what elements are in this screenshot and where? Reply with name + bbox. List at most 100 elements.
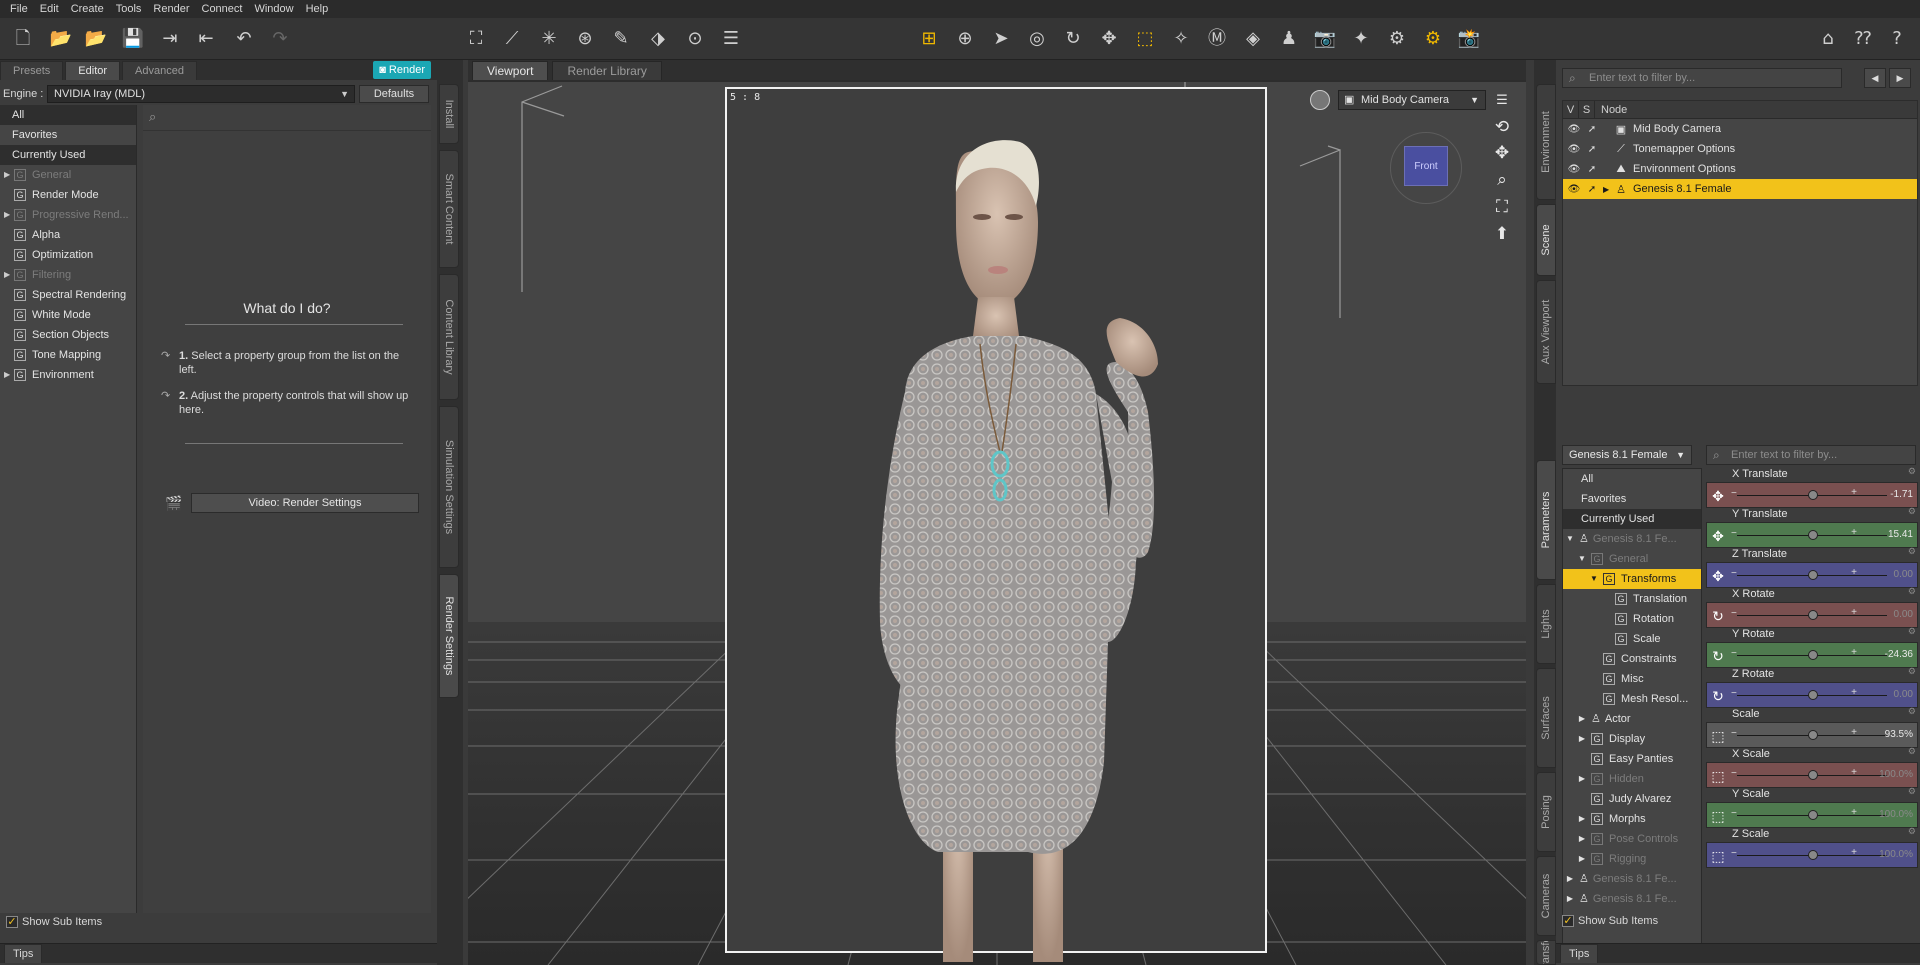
video-render-settings-button[interactable]: Video: Render Settings: [191, 493, 419, 513]
parameter-slider[interactable]: X Scale ⚙ ⬚ − +100.0%: [1706, 746, 1918, 788]
slider-decrement-icon[interactable]: −: [1731, 768, 1737, 779]
slider-value[interactable]: 100.0%: [1879, 849, 1913, 860]
morph-icon[interactable]: Ⓜ: [1204, 26, 1230, 52]
parameter-group-item[interactable]: ▶ ♙ Genesis 8.1 Fe...: [1563, 869, 1701, 889]
slider-decrement-icon[interactable]: −: [1731, 808, 1737, 819]
zoom-camera-icon[interactable]: ⌕: [1490, 169, 1514, 191]
joint-editor-icon[interactable]: ✳: [536, 26, 562, 52]
column-selectable[interactable]: S: [1579, 100, 1595, 119]
expand-arrow-icon[interactable]: ▶: [1565, 889, 1575, 909]
universal-tool-icon[interactable]: ⊞: [916, 26, 942, 52]
slider-knob[interactable]: [1808, 690, 1818, 700]
tab-tips[interactable]: Tips: [1560, 944, 1599, 963]
parameter-slider[interactable]: X Rotate ⚙ ↻ − +0.00: [1706, 586, 1918, 628]
render-button[interactable]: ◙ Render: [373, 61, 431, 79]
slider-knob[interactable]: [1808, 770, 1818, 780]
expand-arrow-icon[interactable]: ▶: [1577, 849, 1587, 869]
orbit-camera-icon[interactable]: ⟲: [1490, 116, 1514, 138]
parameter-group-item[interactable]: ▼ G Transforms: [1563, 569, 1701, 589]
parameter-group-item[interactable]: G Constraints: [1563, 649, 1701, 669]
side-tab-environment[interactable]: Environment: [1536, 84, 1556, 200]
parameter-group-item[interactable]: ▶ G Display: [1563, 729, 1701, 749]
menu-window[interactable]: Window: [248, 0, 299, 18]
parameter-group-item[interactable]: G Judy Alvarez: [1563, 789, 1701, 809]
slider-track[interactable]: ↻ − +0.00: [1706, 602, 1918, 628]
property-filter-bar[interactable]: ⌕: [143, 105, 431, 131]
slider-increment-icon[interactable]: +: [1851, 607, 1857, 618]
help-icon[interactable]: ?: [1884, 26, 1910, 52]
expand-arrow-icon[interactable]: ▶: [1577, 709, 1587, 729]
rotate-icon[interactable]: ↻: [1709, 647, 1727, 665]
slider-increment-icon[interactable]: +: [1851, 687, 1857, 698]
parameter-slider[interactable]: Scale ⚙ ⬚ − +93.5%: [1706, 706, 1918, 748]
surface-brush-icon[interactable]: ◈: [1240, 26, 1266, 52]
params-show-sub-items-checkbox[interactable]: ✓ Show Sub Items: [1562, 915, 1658, 927]
parameter-group-item[interactable]: G Mesh Resol...: [1563, 689, 1701, 709]
selectable-pointer-icon[interactable]: ➚: [1585, 184, 1599, 195]
parameter-group-item[interactable]: ▼ ♙ Genesis 8.1 Fe...: [1563, 529, 1701, 549]
slider-knob[interactable]: [1808, 490, 1818, 500]
slider-increment-icon[interactable]: +: [1851, 647, 1857, 658]
property-group-item[interactable]: Currently Used: [0, 145, 136, 165]
engine-select[interactable]: NVIDIA Iray (MDL) ▼: [47, 85, 355, 103]
slider-track[interactable]: ✥ − +0.00: [1706, 562, 1918, 588]
slider-value[interactable]: -24.36: [1885, 649, 1913, 660]
scale-icon[interactable]: ⬚: [1709, 727, 1727, 745]
camera-select[interactable]: ▣ Mid Body Camera ▼: [1338, 90, 1486, 110]
surface-selection-icon[interactable]: ⬗: [645, 26, 671, 52]
slider-knob[interactable]: [1808, 810, 1818, 820]
slider-track[interactable]: ✥ − + -1.71: [1706, 482, 1918, 508]
slider-track[interactable]: ⬚ − +100.0%: [1706, 842, 1918, 868]
tab-render-library[interactable]: Render Library: [552, 61, 662, 80]
parameters-filter-input[interactable]: ⌕ Enter text to filter by...: [1706, 445, 1916, 465]
view-cube[interactable]: Front: [1404, 146, 1448, 186]
side-tab-cameras[interactable]: Cameras: [1536, 856, 1556, 936]
save-icon[interactable]: 💾: [120, 26, 146, 52]
side-tab-lights[interactable]: Lights: [1536, 584, 1556, 664]
scene-node-row[interactable]: 👁 ➚ ⛰ Environment Options: [1563, 159, 1917, 179]
slider-increment-icon[interactable]: +: [1851, 807, 1857, 818]
property-group-item[interactable]: All: [0, 105, 136, 125]
tab-advanced[interactable]: Advanced: [122, 61, 197, 80]
slider-knob[interactable]: [1808, 850, 1818, 860]
slider-increment-icon[interactable]: +: [1851, 727, 1857, 738]
tab-editor[interactable]: Editor: [65, 61, 121, 80]
render-camera-icon[interactable]: 📸: [1456, 26, 1482, 52]
new-scene-icon[interactable]: 🗋: [10, 26, 36, 52]
slider-gear-icon[interactable]: ⚙: [1908, 626, 1916, 637]
side-tab-smart-content[interactable]: Smart Content: [439, 150, 459, 268]
slider-gear-icon[interactable]: ⚙: [1908, 586, 1916, 597]
property-group-item[interactable]: G Tone Mapping: [0, 345, 136, 365]
slider-value[interactable]: -1.71: [1890, 489, 1913, 500]
import-icon[interactable]: ⇥: [157, 26, 183, 52]
selectable-pointer-icon[interactable]: ➚: [1585, 124, 1599, 135]
property-group-item[interactable]: G Section Objects: [0, 325, 136, 345]
slider-track[interactable]: ↻ − +0.00: [1706, 682, 1918, 708]
expand-arrow-icon[interactable]: ▼: [1577, 549, 1587, 569]
rotate-icon[interactable]: ↻: [1709, 687, 1727, 705]
menu-edit[interactable]: Edit: [34, 0, 65, 18]
slider-increment-icon[interactable]: +: [1851, 567, 1857, 578]
3d-viewport[interactable]: 5 : 8 ▣ Mid Body Camera ▼ Front ☰ ⟲ ✥ ⌕ …: [468, 82, 1526, 965]
parameter-slider[interactable]: Z Rotate ⚙ ↻ − +0.00: [1706, 666, 1918, 708]
menu-connect[interactable]: Connect: [196, 0, 249, 18]
undo-icon[interactable]: ↶: [231, 26, 257, 52]
slider-knob[interactable]: [1808, 610, 1818, 620]
scene-node-row[interactable]: 👁 ➚ ▣ Mid Body Camera: [1563, 119, 1917, 139]
slider-decrement-icon[interactable]: −: [1731, 568, 1737, 579]
slider-increment-icon[interactable]: +: [1851, 527, 1857, 538]
parameter-group-item[interactable]: G Translation: [1563, 589, 1701, 609]
parameter-slider[interactable]: Z Scale ⚙ ⬚ − +100.0%: [1706, 826, 1918, 868]
expand-arrow-icon[interactable]: ▶: [1577, 809, 1587, 829]
visibility-eye-icon[interactable]: 👁: [1567, 184, 1581, 195]
selectable-pointer-icon[interactable]: ➚: [1585, 164, 1599, 175]
side-tab-simulation-settings[interactable]: Simulation Settings: [439, 406, 459, 568]
pan-camera-icon[interactable]: ✥: [1490, 142, 1514, 164]
side-tab-aux-viewport[interactable]: Aux Viewport: [1536, 280, 1556, 384]
slider-value[interactable]: 0.00: [1894, 609, 1913, 620]
slider-gear-icon[interactable]: ⚙: [1908, 826, 1916, 837]
parameter-group-item[interactable]: ▶ ♙ Actor: [1563, 709, 1701, 729]
parameter-slider[interactable]: X Translate ⚙ ✥ − + -1.71: [1706, 466, 1918, 508]
visibility-eye-icon[interactable]: 👁: [1567, 164, 1581, 175]
expand-arrow-icon[interactable]: ▶: [1603, 185, 1613, 194]
